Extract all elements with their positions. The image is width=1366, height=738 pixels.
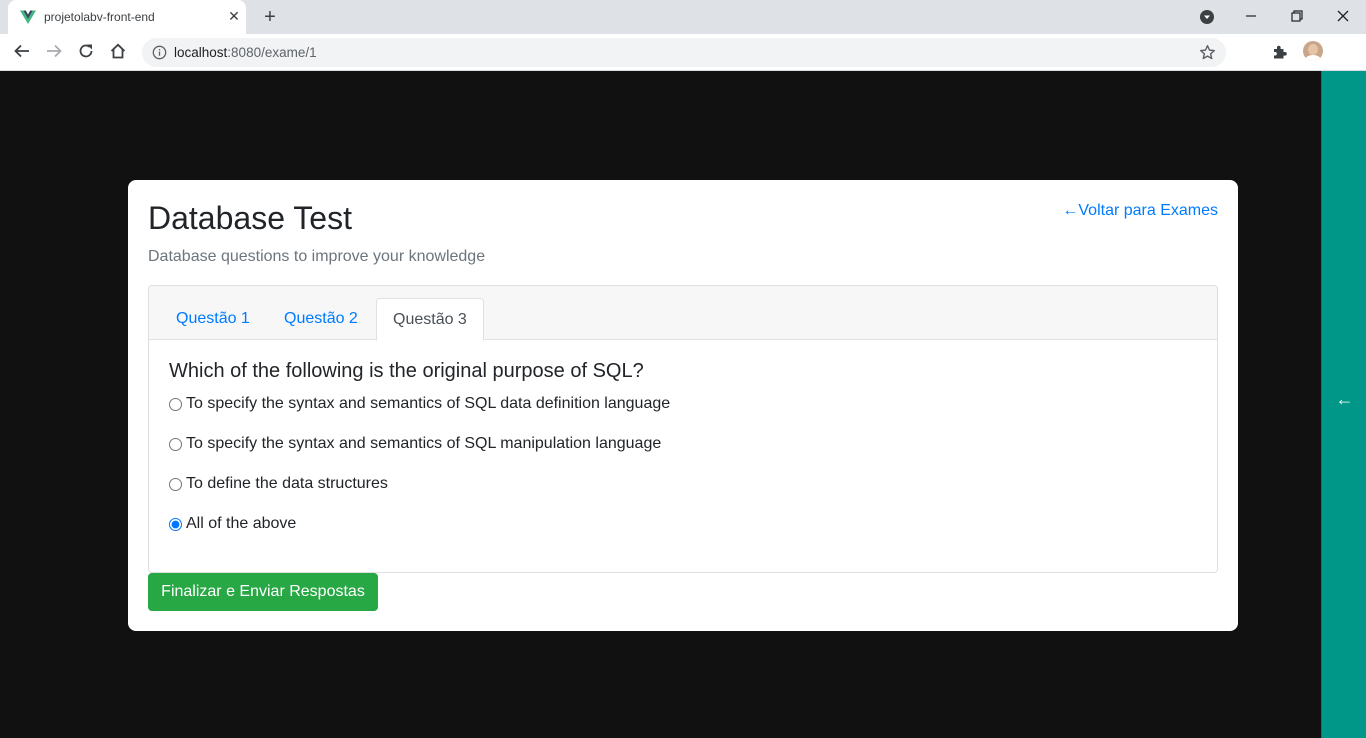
profile-avatar[interactable] — [1303, 41, 1323, 61]
tab-question-2[interactable]: Questão 2 — [268, 298, 374, 341]
restore-icon[interactable] — [1283, 4, 1311, 30]
bookmark-star-icon[interactable] — [1199, 44, 1216, 61]
side-panel[interactable]: ← — [1321, 71, 1366, 738]
answer-radio[interactable] — [169, 517, 182, 531]
url-host: localhost — [174, 45, 228, 60]
close-window-icon[interactable] — [1329, 4, 1357, 30]
tab-search-icon[interactable] — [1193, 4, 1221, 30]
browser-tab-bar: projetolabv-front-end ✕ + — [0, 0, 1366, 34]
tab-question-1[interactable]: Questão 1 — [160, 298, 266, 341]
answer-label: To define the data structures — [186, 475, 388, 492]
address-bar[interactable]: localhost:8080/exame/1 — [142, 38, 1226, 67]
site-info-icon[interactable] — [152, 45, 167, 60]
answer-label: To specify the syntax and semantics of S… — [186, 435, 662, 452]
browser-tab[interactable]: projetolabv-front-end ✕ — [8, 0, 246, 34]
extensions-puzzle-icon[interactable] — [1270, 42, 1290, 62]
back-to-exams-link[interactable]: ←Voltar para Exames — [1062, 202, 1218, 220]
tab-title: projetolabv-front-end — [44, 10, 155, 24]
new-tab-icon[interactable]: + — [258, 6, 282, 30]
answer-radio[interactable] — [169, 397, 182, 411]
exam-title: Database Test — [148, 200, 352, 236]
answer-radio[interactable] — [169, 477, 182, 491]
answer-option[interactable]: To specify the syntax and semantics of S… — [169, 393, 670, 415]
url-path: :8080/exame/1 — [227, 45, 317, 60]
browser-toolbar: localhost:8080/exame/1 {≡} — [0, 34, 1366, 94]
minimize-icon[interactable] — [1237, 4, 1265, 30]
reload-icon[interactable] — [74, 40, 98, 64]
vue-logo-icon — [20, 10, 36, 24]
answer-label: All of the above — [186, 515, 297, 532]
forward-arrow-icon[interactable] — [42, 40, 66, 64]
answer-label: To specify the syntax and semantics of S… — [186, 395, 671, 412]
answer-radio[interactable] — [169, 437, 182, 451]
answer-option[interactable]: To define the data structures — [169, 473, 388, 495]
question-text: Which of the following is the original p… — [169, 360, 644, 382]
submit-answers-button[interactable]: Finalizar e Enviar Respostas — [148, 573, 378, 611]
exam-card: Database Test ←Voltar para Exames Databa… — [128, 180, 1238, 631]
back-arrow-icon[interactable] — [10, 40, 34, 64]
tab-close-icon[interactable]: ✕ — [226, 8, 242, 24]
tab-question-3[interactable]: Questão 3 — [376, 298, 484, 341]
question-panel: Questão 1 Questão 2 Questão 3 Which of t… — [148, 285, 1218, 573]
url-text[interactable]: localhost:8080/exame/1 — [174, 45, 317, 60]
answer-option[interactable]: All of the above — [169, 513, 296, 535]
exam-subtitle: Database questions to improve your knowl… — [148, 248, 486, 265]
side-panel-arrow-icon[interactable]: ← — [1322, 389, 1366, 410]
home-icon[interactable] — [106, 40, 130, 64]
answer-option[interactable]: To specify the syntax and semantics of S… — [169, 433, 661, 455]
question-tabs: Questão 1 Questão 2 Questão 3 — [149, 286, 1217, 341]
